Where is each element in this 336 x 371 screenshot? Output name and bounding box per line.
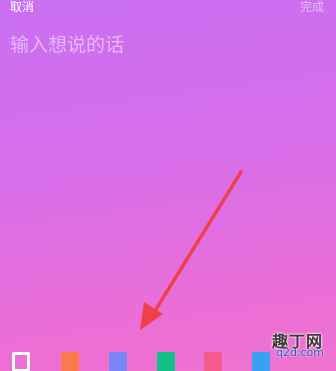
done-button[interactable]: 完成 <box>300 0 324 15</box>
message-input[interactable] <box>10 30 310 60</box>
swatch-orange[interactable] <box>61 352 79 371</box>
swatch-blue[interactable] <box>109 352 127 371</box>
story-text-editor-screen: 取消 完成 趣丁网 q2d.com <box>0 0 336 371</box>
annotation-arrow-shaft <box>151 170 243 316</box>
annotation-arrow-head <box>140 302 163 330</box>
top-bar: 取消 完成 <box>0 0 336 16</box>
swatch-green[interactable] <box>157 352 175 371</box>
watermark-domain: q2d.com <box>276 346 324 359</box>
swatch-white[interactable] <box>12 352 30 371</box>
swatch-pink[interactable] <box>204 352 222 371</box>
watermark-logo: 趣丁网 q2d.com <box>268 328 336 371</box>
cancel-button[interactable]: 取消 <box>10 0 34 15</box>
